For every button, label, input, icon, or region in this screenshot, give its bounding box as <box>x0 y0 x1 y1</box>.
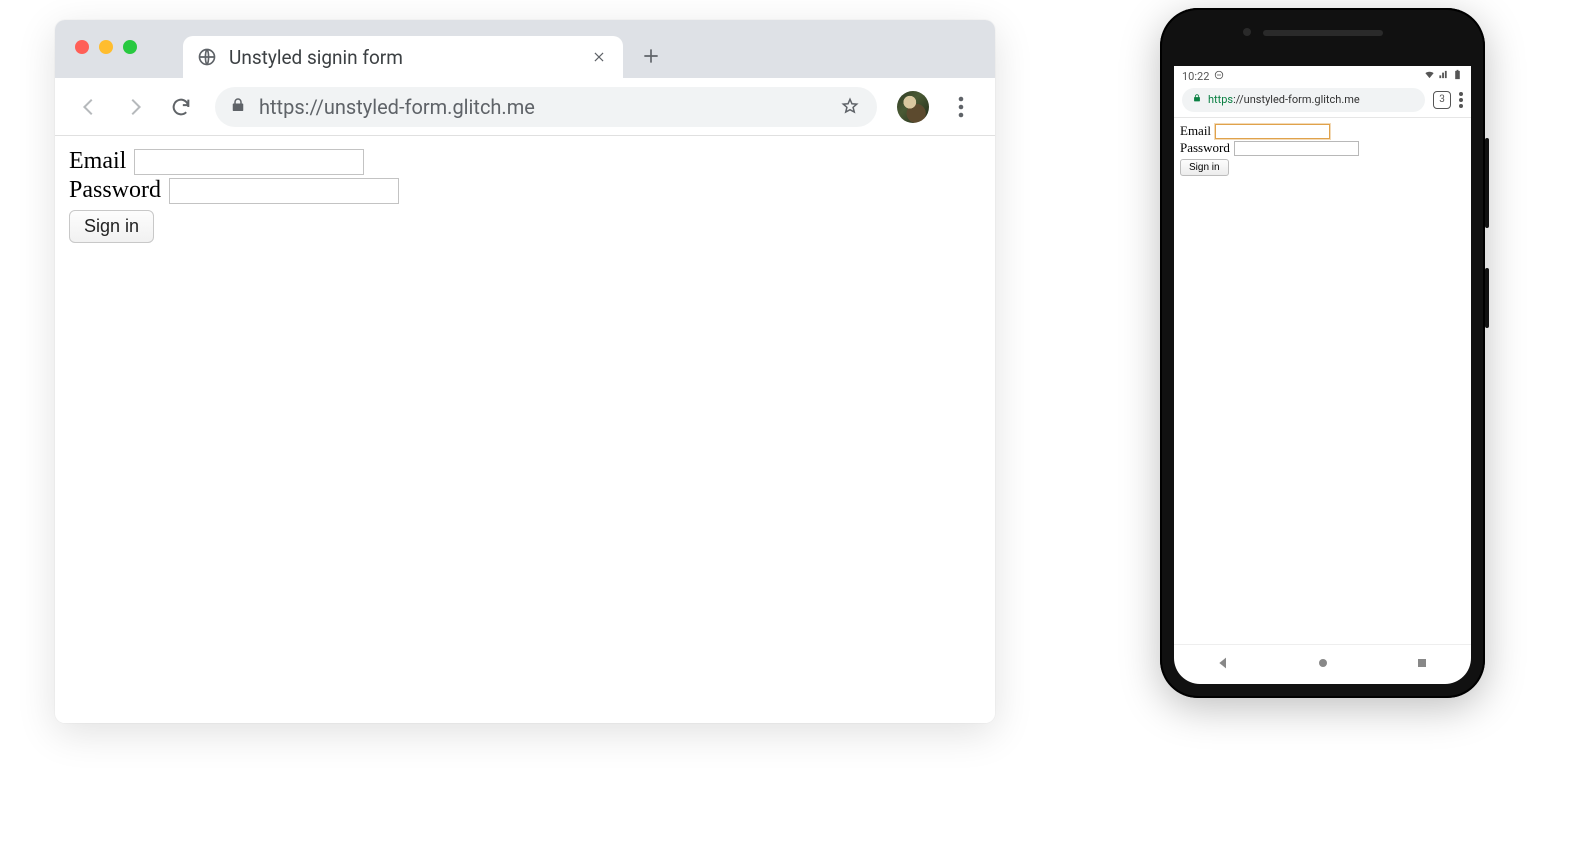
email-label-mobile: Email <box>1180 123 1211 139</box>
android-nav-bar <box>1174 644 1471 684</box>
tab-title: Unstyled signin form <box>229 46 577 69</box>
email-label: Email <box>69 148 126 175</box>
address-bar[interactable]: https://unstyled-form.glitch.me <box>215 87 877 127</box>
forward-button[interactable] <box>115 87 155 127</box>
url-text-mobile: https://unstyled-form.glitch.me <box>1208 93 1415 106</box>
email-input-mobile[interactable] <box>1215 124 1330 139</box>
do-not-disturb-icon <box>1214 70 1224 83</box>
nav-home-icon[interactable] <box>1315 655 1331 675</box>
status-bar: 10:22 <box>1174 66 1471 86</box>
battery-icon <box>1452 69 1463 83</box>
tab-strip: Unstyled signin form <box>55 20 995 78</box>
profile-avatar[interactable] <box>897 91 929 123</box>
browser-menu-button-mobile[interactable] <box>1459 92 1463 108</box>
signin-button[interactable]: Sign in <box>69 210 154 243</box>
new-tab-button[interactable] <box>633 38 669 74</box>
nav-back-icon[interactable] <box>1216 655 1232 675</box>
address-bar-mobile[interactable]: https://unstyled-form.glitch.me <box>1182 88 1425 112</box>
email-input[interactable] <box>134 149 364 175</box>
page-content-mobile: Email Password Sign in <box>1174 118 1471 644</box>
tab-switcher-button[interactable]: 3 <box>1433 91 1451 109</box>
browser-toolbar: https://unstyled-form.glitch.me <box>55 78 995 136</box>
signal-icon <box>1438 69 1449 83</box>
browser-tab[interactable]: Unstyled signin form <box>183 36 623 78</box>
page-content-desktop: Email Password Sign in <box>55 136 995 723</box>
window-zoom-button[interactable] <box>123 40 137 54</box>
close-icon[interactable] <box>589 47 609 67</box>
window-close-button[interactable] <box>75 40 89 54</box>
mobile-device-frame: 10:22 <box>1160 8 1485 698</box>
password-input-mobile[interactable] <box>1234 141 1359 156</box>
mobile-browser-toolbar: https://unstyled-form.glitch.me 3 <box>1174 86 1471 118</box>
phone-volume-button <box>1485 138 1489 228</box>
wifi-icon <box>1424 69 1435 83</box>
url-text: https://unstyled-form.glitch.me <box>259 95 829 119</box>
password-label: Password <box>69 177 161 204</box>
status-time: 10:22 <box>1182 70 1209 83</box>
window-controls <box>75 40 137 54</box>
signin-button-mobile[interactable]: Sign in <box>1180 159 1229 176</box>
bookmark-star-icon[interactable] <box>841 96 863 118</box>
phone-power-button <box>1485 268 1489 328</box>
browser-menu-button[interactable] <box>941 87 981 127</box>
window-minimize-button[interactable] <box>99 40 113 54</box>
back-button[interactable] <box>69 87 109 127</box>
desktop-browser-window: Unstyled signin form https://unstyled-fo… <box>55 20 995 723</box>
reload-button[interactable] <box>161 87 201 127</box>
lock-icon <box>1192 93 1202 106</box>
nav-recents-icon[interactable] <box>1414 655 1430 675</box>
mobile-screen: 10:22 <box>1174 66 1471 684</box>
password-label-mobile: Password <box>1180 140 1230 156</box>
tab-count: 3 <box>1439 94 1445 105</box>
password-input[interactable] <box>169 178 399 204</box>
lock-icon <box>229 95 247 119</box>
globe-icon <box>197 47 217 67</box>
